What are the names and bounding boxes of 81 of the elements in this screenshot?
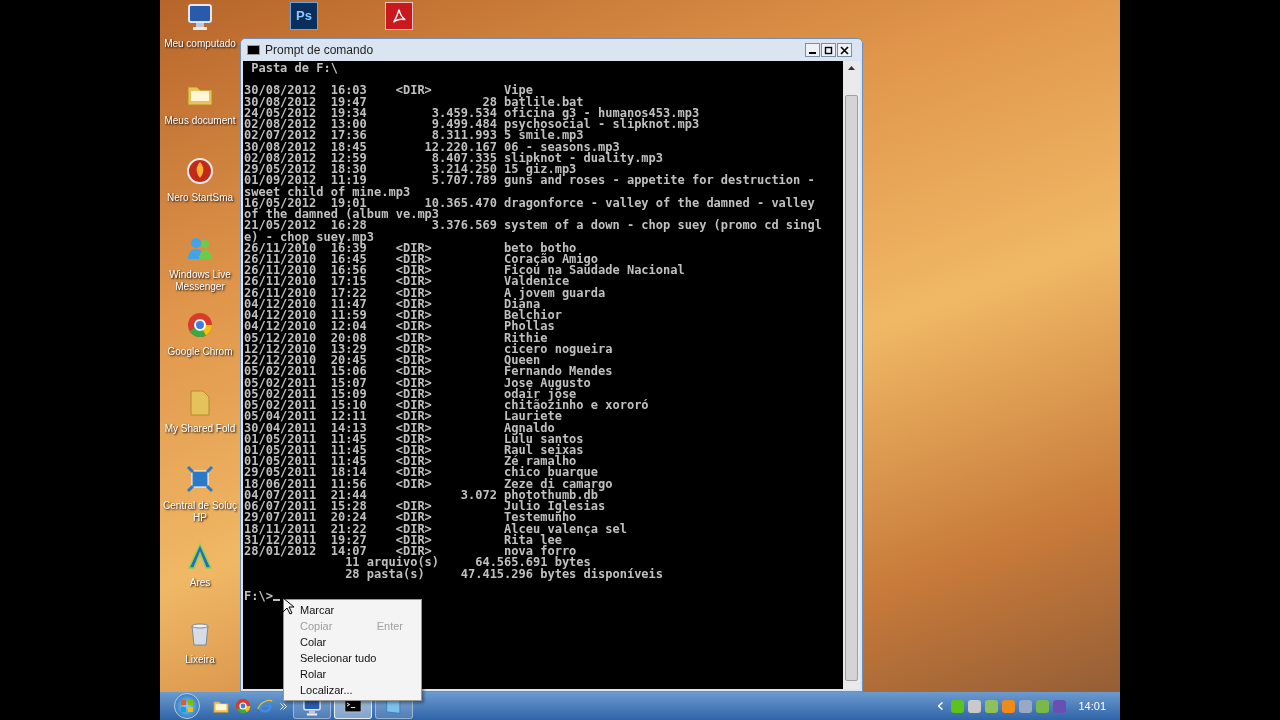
console-line: 05/02/2011 15:06 <DIR> Fernando Mendes: [244, 366, 613, 378]
console-line: 01/05/2011 11:45 <DIR> Raul seixas: [244, 444, 584, 457]
tray-app-icon[interactable]: [1002, 699, 1016, 713]
browser-ball-icon[interactable]: [185, 310, 215, 340]
close-button[interactable]: [837, 43, 852, 57]
icon-label[interactable]: Nero StartSma: [160, 192, 240, 204]
tray-app-icon[interactable]: [1036, 699, 1050, 713]
menu-item[interactable]: Localizar...: [284, 682, 421, 698]
menu-item[interactable]: Rolar: [284, 666, 421, 682]
icon-label[interactable]: Windows Live Messenger: [160, 269, 240, 293]
tray-app-icon[interactable]: [968, 699, 982, 713]
console-line: 04/07/2011 21:44 3.072 photothumb.db: [244, 489, 598, 502]
tray-app-icon[interactable]: [985, 699, 999, 713]
console-line: 26/11/2010 16:39 <DIR> beto botho: [244, 242, 577, 254]
console-line: 29/07/2011 20:24 <DIR> Testemunho: [244, 512, 577, 524]
console-line: 26/11/2010 17:22 <DIR> A jovem guarda: [244, 287, 606, 299]
console-line: Pasta de F:\: [250, 63, 338, 75]
icon-label[interactable]: Google Chrom: [160, 346, 240, 358]
console-line: 30/08/2012 18:45 12.220.167 06 - seasons.mp3: [244, 141, 620, 153]
text-cursor: [272, 599, 280, 602]
icon-label[interactable]: My Shared Fold: [160, 423, 240, 435]
console-line: 29/05/2012 18:30 3.214.250 15 giz.mp3: [244, 164, 577, 176]
icon-label[interactable]: Central de Soluç HP: [160, 500, 240, 524]
command-prompt: F:\>: [244, 591, 273, 603]
console-line: 01/09/2012 11:19 5.707.789 guns and roses - appetite for destruction -: [244, 175, 815, 187]
console-icon: [247, 45, 260, 55]
tray-app-icon[interactable]: [951, 699, 965, 713]
console-line: 05/12/2010 20:08 <DIR> Rithie: [244, 332, 548, 344]
console-line: 30/04/2011 14:13 <DIR> Agnaldo: [244, 422, 555, 434]
console-line: 01/05/2011 11:45 <DIR> Lulu santos: [244, 433, 584, 445]
start-button[interactable]: [174, 693, 200, 719]
console-line: sweet child of mine.mp3: [244, 186, 411, 198]
console-line: 30/08/2012 19:47 28 batlile.bat: [244, 96, 584, 108]
console-line: 02/08/2012 12:59 8.407.335 slipknot - duality.mp3: [244, 152, 664, 165]
console-line: 12/12/2010 13:29 <DIR> cicero nogueira: [244, 343, 613, 356]
letter-a-icon[interactable]: [185, 541, 215, 571]
console-line: 04/12/2010 12:04 <DIR> Phollas: [244, 321, 555, 333]
minimize-button[interactable]: [805, 43, 820, 57]
browser-ball-icon[interactable]: [234, 697, 252, 715]
clock[interactable]: 14:01: [1078, 697, 1106, 715]
console-line: 02/07/2012 17:36 8.311.993 5 smile.mp3: [244, 130, 584, 142]
menu-item[interactable]: Colar: [284, 634, 421, 650]
tray-app-icon[interactable]: [1053, 699, 1067, 713]
console-line: 18/06/2011 11:56 <DIR> Zeze di camargo: [244, 478, 613, 490]
computer-icon[interactable]: [185, 2, 215, 32]
console-line: 06/07/2011 15:28 <DIR> Julio Iglesias: [244, 501, 606, 513]
console-line: 21/05/2012 16:28 3.376.569 system of a down - chop suey (promo cd singl: [244, 220, 822, 232]
console-line: 05/02/2011 15:10 <DIR> chitãozinho e xororó: [244, 400, 649, 412]
scrollbar[interactable]: [843, 61, 860, 689]
console-line: 22/12/2010 20:45 <DIR> Queen: [244, 355, 541, 367]
window-title: Prompt de comando: [265, 42, 374, 59]
minimize-icon: [808, 51, 817, 54]
console-line: 05/04/2011 12:11 <DIR> Lauriete: [244, 411, 562, 423]
console-line: e) - chop suey.mp3: [244, 231, 375, 243]
console-line: 04/12/2010 11:59 <DIR> Belchior: [244, 310, 562, 322]
console-line: 02/08/2012 13:00 9.499.484 psychosocial - slipknot.mp3: [244, 119, 700, 131]
console-line: 11 arquivo(s) 64.565.691 bytes: [344, 557, 591, 569]
console-line: 18/11/2011 21:22 <DIR> Alceu valença sel: [244, 523, 627, 535]
close-icon: [840, 45, 849, 55]
console-line: 05/02/2011 15:07 <DIR> Jose Augusto: [244, 377, 591, 389]
console-line: 26/11/2010 17:15 <DIR> Valdenice: [244, 276, 570, 288]
letter-e-icon[interactable]: [256, 697, 274, 715]
windows-logo-icon: [180, 699, 194, 713]
app-tile-icon[interactable]: Ps: [290, 2, 318, 30]
console-line: 26/11/2010 16:45 <DIR> Coração Amigo: [244, 254, 598, 266]
icon-label[interactable]: Ares: [160, 577, 240, 589]
maximize-button[interactable]: [821, 43, 836, 57]
more-chevron-icon[interactable]: [280, 702, 287, 710]
console-line: 30/08/2012 16:03 <DIR> Vipe: [244, 85, 533, 97]
tray-expand-icon[interactable]: [938, 702, 944, 710]
console-line: of the damned (album ve.mp3: [244, 209, 440, 221]
tray-app-icon[interactable]: [1019, 699, 1033, 713]
console-line: 29/05/2011 18:14 <DIR> chico buarque: [244, 467, 598, 479]
document-curl-icon[interactable]: [385, 2, 413, 30]
maximize-icon: [824, 45, 833, 55]
icon-label[interactable]: Meu computado: [160, 38, 240, 50]
grid-arrows-icon[interactable]: [185, 464, 215, 494]
icon-label[interactable]: Meus document: [160, 115, 240, 127]
console-line: 28 pasta(s) 47.415.296 bytes disponíveis: [344, 568, 664, 580]
menu-item[interactable]: Selecionar tudo: [284, 650, 421, 666]
icon-label[interactable]: Lixeira: [160, 654, 240, 666]
